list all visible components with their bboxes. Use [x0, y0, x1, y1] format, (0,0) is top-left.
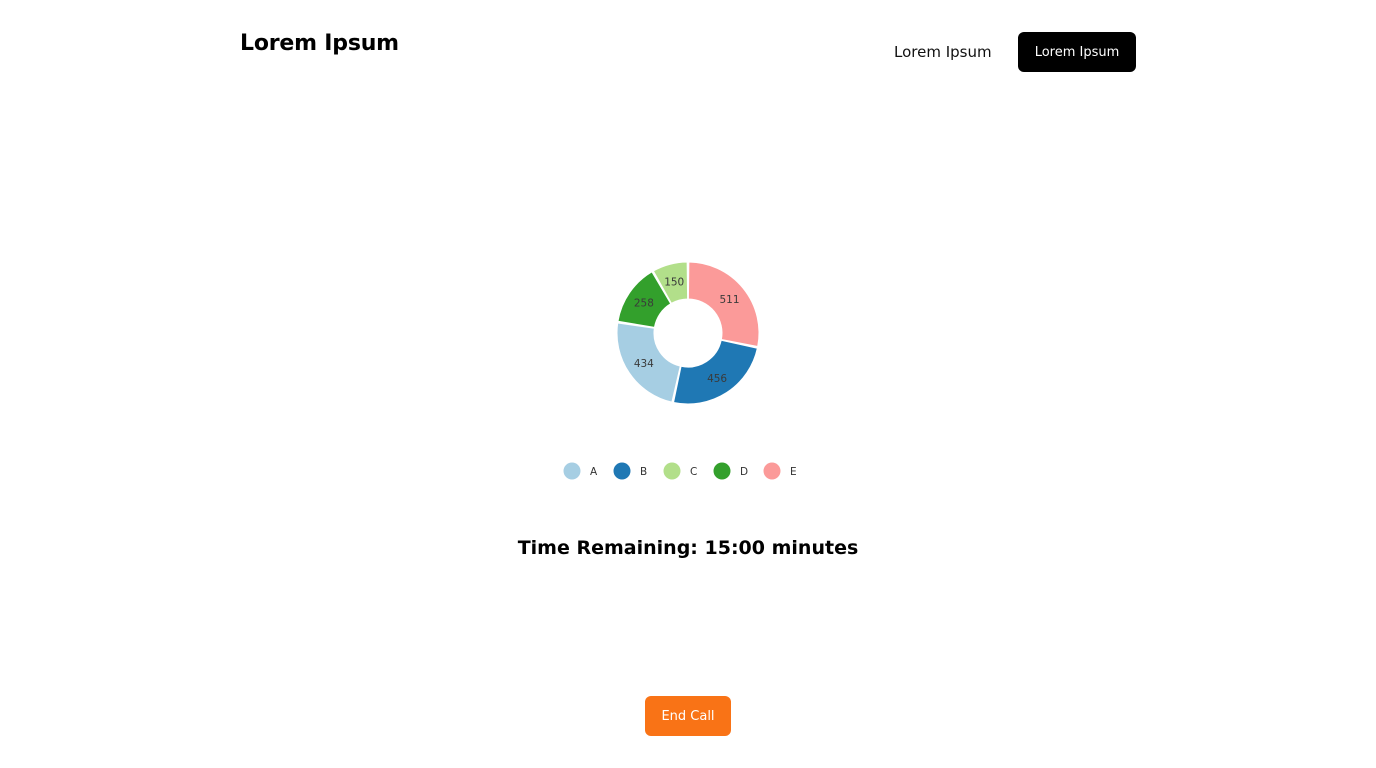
- legend-swatch-a: [563, 462, 581, 480]
- slice-value-label-d: 258: [634, 298, 654, 310]
- time-remaining: Time Remaining: 15:00 minutes: [0, 537, 1376, 559]
- time-remaining-value: 15:00: [704, 537, 765, 559]
- legend-label-c: C: [690, 466, 697, 478]
- legend-swatch-b: [613, 462, 631, 480]
- legend-label-d: D: [740, 466, 748, 478]
- legend-label-b: B: [640, 466, 647, 478]
- legend-label-a: A: [590, 466, 598, 478]
- slice-value-label-e: 511: [719, 294, 739, 306]
- legend-label-e: E: [790, 466, 797, 478]
- chart-legend: A B C D E: [563, 462, 797, 480]
- end-call-button[interactable]: End Call: [645, 696, 731, 736]
- slice-value-label-c: 150: [664, 276, 684, 288]
- time-remaining-label: Time Remaining:: [517, 537, 698, 559]
- slice-value-label-b: 456: [707, 373, 727, 385]
- donut-chart: 511 456 434 258 150 A B C D E: [563, 261, 797, 480]
- time-remaining-unit: minutes: [771, 537, 859, 559]
- slice-value-label-a: 434: [634, 358, 654, 370]
- legend-swatch-c: [663, 462, 681, 480]
- legend-swatch-e: [763, 462, 781, 480]
- page: Lorem Ipsum Lorem Ipsum Lorem Ipsum 511 4…: [0, 0, 1376, 768]
- chart-slices: [616, 261, 760, 405]
- legend-swatch-d: [713, 462, 731, 480]
